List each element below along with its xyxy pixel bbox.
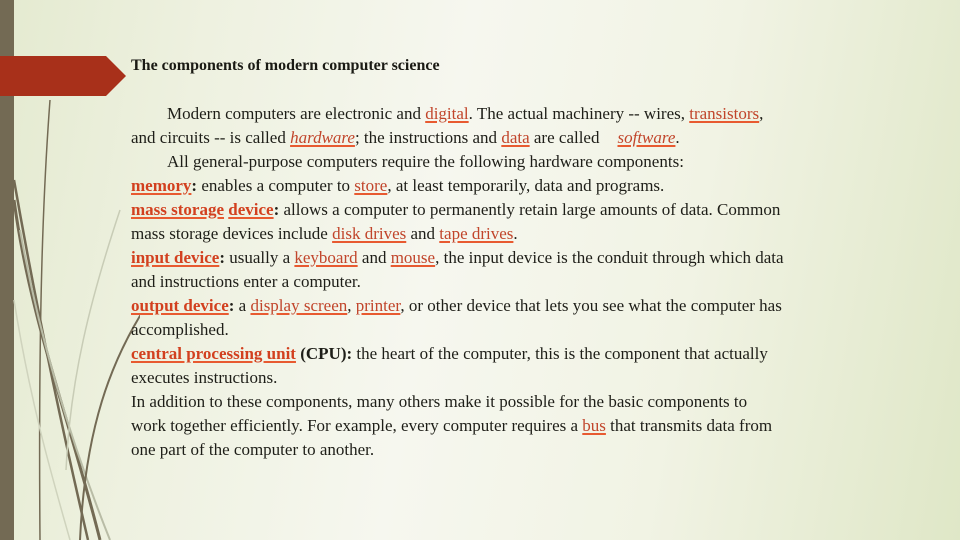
text: ; the instructions and (354, 128, 502, 147)
text: and (406, 224, 440, 243)
text: , or other device that lets you see what… (400, 296, 782, 315)
term-input-device[interactable]: input device (131, 248, 219, 267)
link-keyboard[interactable]: keyboard (294, 248, 357, 267)
link-printer[interactable]: printer (356, 296, 401, 315)
text: (CPU): (295, 344, 353, 363)
closing-line-3: one part of the computer to another. (131, 440, 375, 459)
term-output-device[interactable]: output device (131, 296, 229, 315)
paragraph-1-line-1: Modern computers are electronic and digi… (131, 102, 911, 126)
text: the heart of the computer, this is the c… (352, 344, 768, 363)
text: are called (529, 128, 600, 147)
component-mass-storage-line-1: mass storage device: allows a computer t… (131, 198, 911, 222)
link-transistors[interactable]: transistors (689, 104, 759, 123)
arrow-banner-icon (0, 56, 126, 96)
paragraph-1-line-2: and circuits -- is called hardware; the … (131, 126, 911, 150)
text: work together efficiently. For example, … (131, 416, 583, 435)
link-software[interactable]: software (617, 128, 675, 147)
text: enables a computer to (197, 176, 355, 195)
text: . (513, 224, 518, 243)
component-cpu-line-2: executes instructions. (131, 368, 278, 387)
link-disk-drives[interactable]: disk drives (332, 224, 406, 243)
link-hardware[interactable]: hardware (290, 128, 355, 147)
text: that transmits data from (605, 416, 773, 435)
text: , (347, 296, 356, 315)
term-memory[interactable]: memory (131, 176, 191, 195)
text: , the input device is the conduit throug… (435, 248, 784, 267)
text: . The actual machinery -- wires, (468, 104, 690, 123)
closing-line-2: work together efficiently. For example, … (131, 414, 911, 438)
text: usually a (224, 248, 295, 267)
paragraph-2-line: All general-purpose computers require th… (167, 152, 684, 171)
term-mass-storage[interactable]: mass storage (131, 200, 224, 219)
term-central-processing-unit[interactable]: central processing unit (131, 344, 296, 363)
text: and (357, 248, 391, 267)
component-input-line-1: input device: usually a keyboard and mou… (131, 246, 911, 270)
component-input-line-2: and instructions enter a computer. (131, 272, 361, 291)
link-digital[interactable]: digital (425, 104, 468, 123)
link-bus[interactable]: bus (582, 416, 606, 435)
link-display-screen[interactable]: display screen (250, 296, 347, 315)
link-data[interactable]: data (501, 128, 529, 147)
closing-line-1: In addition to these components, many ot… (131, 392, 748, 411)
link-mouse[interactable]: mouse (391, 248, 435, 267)
slide: The components of modern computer scienc… (0, 0, 960, 540)
text: , (759, 104, 764, 123)
term-device[interactable]: device (228, 200, 273, 219)
component-output-line-1: output device: a display screen, printer… (131, 294, 911, 318)
text: a (234, 296, 251, 315)
slide-body: Modern computers are electronic and digi… (131, 102, 911, 462)
component-output-line-2: accomplished. (131, 320, 229, 339)
link-tape-drives[interactable]: tape drives (439, 224, 513, 243)
slide-title: The components of modern computer scienc… (131, 57, 440, 74)
text: allows a computer to permanently retain … (279, 200, 781, 219)
component-mass-storage-line-2: mass storage devices include disk drives… (131, 222, 911, 246)
component-cpu-line-1: central processing unit (CPU): the heart… (131, 342, 911, 366)
component-memory: memory: enables a computer to store, at … (131, 174, 911, 198)
text: and circuits -- is called (131, 128, 291, 147)
text: , at least temporarily, data and program… (387, 176, 665, 195)
link-store[interactable]: store (354, 176, 387, 195)
text: Modern computers are electronic and (167, 104, 426, 123)
text: mass storage devices include (131, 224, 333, 243)
text: . (675, 128, 680, 147)
